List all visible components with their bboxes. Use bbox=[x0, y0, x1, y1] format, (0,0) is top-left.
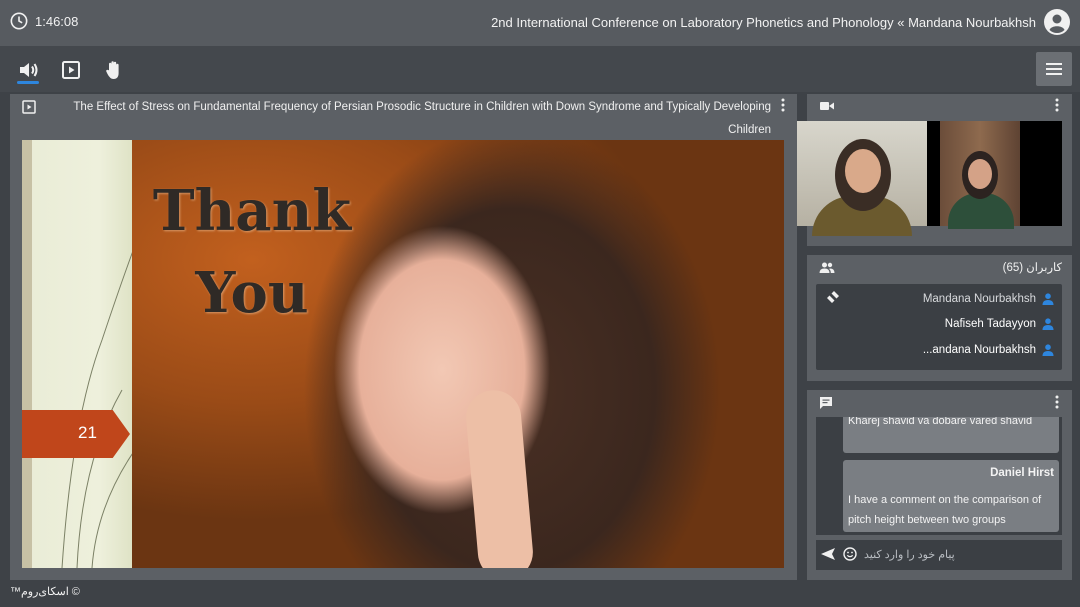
speaker-icon[interactable] bbox=[17, 58, 41, 82]
chat-message-input[interactable]: پیام خود را وارد کنید bbox=[864, 548, 955, 561]
play-square-icon[interactable] bbox=[59, 58, 83, 82]
list-item[interactable]: Nafiseh Tadayyon bbox=[945, 314, 1054, 334]
brand-footer: © اسکای‌روم™ bbox=[10, 586, 80, 598]
video-2-face bbox=[968, 159, 992, 189]
chat-message: Kharej shavid va dobare vared shavid bbox=[843, 417, 1059, 453]
slide-edge bbox=[22, 140, 32, 568]
send-icon[interactable] bbox=[821, 548, 835, 560]
person-icon bbox=[1042, 344, 1054, 356]
presentation-title: The Effect of Stress on Fundamental Freq… bbox=[73, 101, 771, 136]
chat-options-icon[interactable] bbox=[1055, 395, 1059, 409]
video-feed-1[interactable] bbox=[797, 121, 927, 236]
user-name: Nafiseh Tadayyon bbox=[944, 318, 1036, 330]
active-indicator bbox=[17, 81, 39, 84]
presentation-panel: The Effect of Stress on Fundamental Freq… bbox=[10, 94, 797, 580]
list-item[interactable]: ...andana Nourbakhsh bbox=[923, 340, 1054, 360]
person-icon bbox=[1042, 318, 1054, 330]
webcam-options-icon[interactable] bbox=[1055, 98, 1059, 112]
session-timer: 1:46:08 bbox=[35, 14, 79, 29]
users-icon bbox=[819, 262, 835, 273]
users-title: کاربران (65) bbox=[1002, 262, 1062, 274]
chat-message: Daniel Hirst I have a comment on the com… bbox=[843, 460, 1059, 532]
video-1-face bbox=[845, 149, 881, 193]
user-name: ...andana Nourbakhsh bbox=[922, 344, 1036, 356]
person-icon bbox=[1042, 293, 1054, 305]
chat-input-bar: پیام خود را وارد کنید bbox=[816, 540, 1062, 570]
video-feed-2[interactable] bbox=[940, 121, 1020, 229]
toolbar bbox=[0, 46, 1080, 92]
chat-message-text: I have a comment on the comparison of pi… bbox=[848, 494, 1042, 526]
chat-panel: Kharej shavid va dobare vared shavid Dan… bbox=[807, 390, 1072, 580]
emoji-icon[interactable] bbox=[843, 547, 857, 561]
hand-icon[interactable] bbox=[102, 58, 126, 82]
hamburger-menu-icon[interactable] bbox=[1036, 52, 1072, 86]
video-feeds bbox=[797, 121, 1062, 236]
chat-message-author: Daniel Hirst bbox=[990, 467, 1054, 479]
slide-heading-line2: You bbox=[195, 260, 309, 326]
account-icon[interactable] bbox=[1044, 9, 1070, 35]
clock-icon bbox=[10, 12, 28, 30]
users-panel: کاربران (65) Mandana Nourbakhsh Nafiseh … bbox=[807, 255, 1072, 381]
chat-messages[interactable]: Kharej shavid va dobare vared shavid Dan… bbox=[816, 417, 1062, 535]
slide-heading: Thank You bbox=[147, 170, 357, 334]
chat-icon bbox=[820, 397, 832, 409]
slide-decoration bbox=[61, 239, 142, 568]
user-name: Mandana Nourbakhsh bbox=[922, 293, 1036, 305]
plug-icon[interactable] bbox=[826, 290, 840, 304]
user-list: Mandana Nourbakhsh Nafiseh Tadayyon ...a… bbox=[816, 284, 1062, 370]
presentation-options-icon[interactable] bbox=[781, 98, 785, 112]
page-title: 2nd International Conference on Laborato… bbox=[491, 15, 1036, 30]
top-bar: 1:46:08 2nd International Conference on … bbox=[0, 0, 1080, 46]
presentation-icon bbox=[22, 100, 36, 114]
list-item[interactable]: Mandana Nourbakhsh bbox=[923, 289, 1054, 309]
slide-photo-detail bbox=[463, 387, 536, 568]
slide-heading-line1: Thank bbox=[152, 178, 352, 244]
webcam-panel bbox=[797, 94, 1072, 246]
hamburger-lines bbox=[1046, 63, 1062, 75]
video-camera-icon bbox=[820, 102, 834, 110]
chat-message-text: Kharej shavid va dobare vared shavid bbox=[848, 417, 1033, 427]
slide-number: 21 bbox=[78, 423, 97, 442]
slide-number-badge: 21 bbox=[22, 410, 130, 458]
presentation-slide: Thank You 21 bbox=[22, 140, 784, 568]
